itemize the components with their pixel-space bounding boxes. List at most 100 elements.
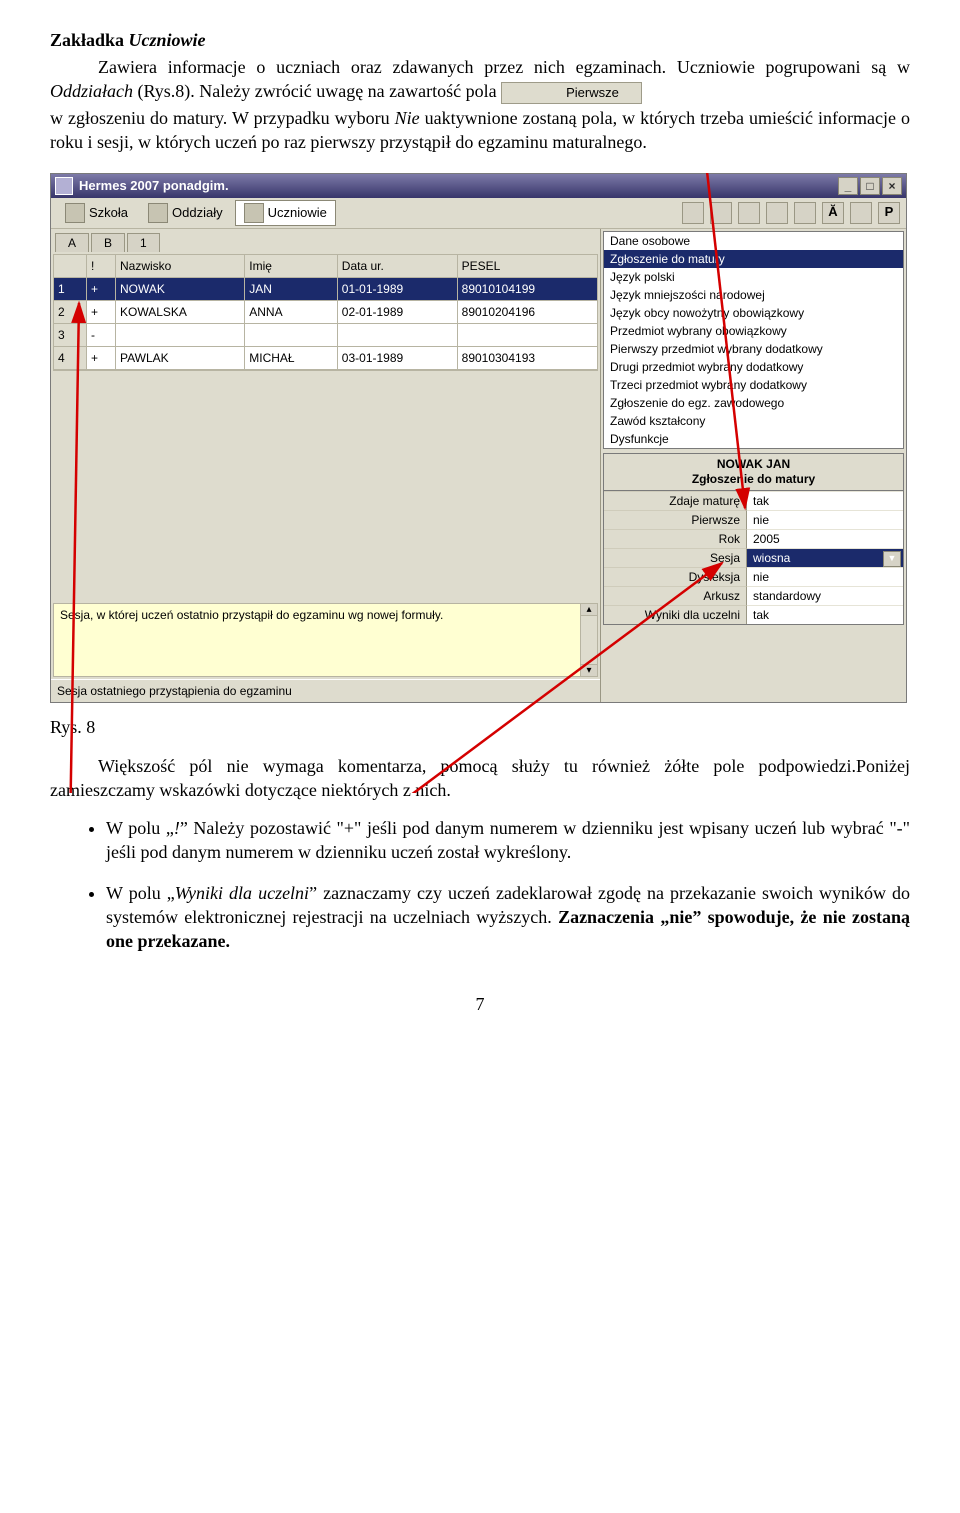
menu-uczniowie[interactable]: Uczniowie [235, 200, 336, 226]
row-mark: + [87, 346, 116, 369]
cell-nazwisko: PAWLAK [116, 346, 245, 369]
detail-label: Arkusz [604, 586, 747, 605]
detail-row: Zdaje maturętak [604, 491, 903, 510]
detail-row: Rok2005 [604, 529, 903, 548]
titlebar-left: Hermes 2007 ponadgim. [55, 177, 229, 195]
cell-data [337, 323, 457, 346]
tool-btn-1[interactable] [682, 202, 704, 224]
tool-btn-a[interactable]: Ă [822, 202, 844, 224]
p1b: Oddziałach [50, 81, 133, 101]
category-item[interactable]: Zgłoszenie do egz. zawodowego [604, 394, 903, 412]
tool-btn-p[interactable]: P [878, 202, 900, 224]
window-buttons: _ □ × [838, 177, 902, 195]
main-split: A B 1 ! Nazwisko Imię Data ur. [51, 229, 906, 702]
table-row[interactable]: 2+KOWALSKAANNA02-01-198989010204196 [54, 300, 598, 323]
titlebar: Hermes 2007 ponadgim. _ □ × [51, 174, 906, 198]
tab-1[interactable]: 1 [127, 233, 160, 252]
tool-btn-4[interactable] [766, 202, 788, 224]
menu-oddzialy[interactable]: Oddziały [140, 201, 231, 225]
p1c: (Rys.8). Należy zwrócić uwagę na zawarto… [133, 81, 501, 101]
row-mark: + [87, 277, 116, 300]
category-item[interactable]: Drugi przedmiot wybrany dodatkowy [604, 358, 903, 376]
class-tabs: A B 1 [51, 229, 600, 252]
bullet-1: W polu „!” Należy pozostawić "+" jeśli p… [106, 816, 910, 865]
app-window: Hermes 2007 ponadgim. _ □ × Szkoła Oddzi… [50, 173, 907, 703]
detail-value[interactable]: standardowy [747, 586, 903, 605]
category-item[interactable]: Trzeci przedmiot wybrany dodatkowy [604, 376, 903, 394]
tab-a[interactable]: A [55, 233, 89, 252]
menu-uczniowie-label: Uczniowie [268, 205, 327, 220]
right-panel: Dane osoboweZgłoszenie do maturyJęzyk po… [601, 229, 906, 702]
close-button[interactable]: × [882, 177, 902, 195]
category-list[interactable]: Dane osoboweZgłoszenie do maturyJęzyk po… [603, 231, 904, 449]
detail-value[interactable]: nie [747, 510, 903, 529]
cell-data: 01-01-1989 [337, 277, 457, 300]
detail-value[interactable]: tak [747, 605, 903, 624]
category-item[interactable]: Zawód kształcony [604, 412, 903, 430]
detail-value[interactable]: tak [747, 491, 903, 510]
minimize-button[interactable]: _ [838, 177, 858, 195]
heading-prefix: Zakładka [50, 30, 129, 50]
cell-imie: ANNA [245, 300, 338, 323]
category-item[interactable]: Dane osobowe [604, 232, 903, 250]
detail-value[interactable]: wiosna▼ [747, 548, 903, 567]
tool-btn-3[interactable] [738, 202, 760, 224]
cell-nazwisko: NOWAK [116, 277, 245, 300]
category-item[interactable]: Przedmiot wybrany obowiązkowy [604, 322, 903, 340]
menu-oddzialy-label: Oddziały [172, 205, 223, 220]
bullet-list: W polu „!” Należy pozostawić "+" jeśli p… [50, 816, 910, 953]
status-bar: Sesja ostatniego przystąpienia do egzami… [51, 679, 600, 702]
col-data: Data ur. [337, 254, 457, 277]
hint-scrollbar[interactable] [580, 604, 597, 676]
students-grid-wrap: ! Nazwisko Imię Data ur. PESEL 1+NOWAKJA… [51, 252, 600, 601]
cell-imie: JAN [245, 277, 338, 300]
row-number: 3 [54, 323, 87, 346]
row-mark: - [87, 323, 116, 346]
table-row[interactable]: 4+PAWLAKMICHAŁ03-01-198989010304193 [54, 346, 598, 369]
p2b: Nie [395, 108, 420, 128]
cell-pesel: 89010204196 [457, 300, 597, 323]
detail-title-name: NOWAK JAN [604, 457, 903, 472]
detail-value[interactable]: nie [747, 567, 903, 586]
tool-btn-2[interactable] [710, 202, 732, 224]
detail-value[interactable]: 2005 [747, 529, 903, 548]
col-pesel: PESEL [457, 254, 597, 277]
category-item[interactable]: Dysfunkcje [604, 430, 903, 448]
section-heading: Zakładka Uczniowie [50, 30, 910, 51]
detail-row: Dysleksjanie [604, 567, 903, 586]
col-num [54, 254, 87, 277]
left-panel: A B 1 ! Nazwisko Imię Data ur. [51, 229, 601, 702]
detail-row: Arkuszstandardowy [604, 586, 903, 605]
tool-btn-5[interactable] [794, 202, 816, 224]
detail-row: Wyniki dla uczelnitak [604, 605, 903, 624]
menubar: Szkoła Oddziały Uczniowie Ă P [51, 198, 906, 229]
students-grid[interactable]: ! Nazwisko Imię Data ur. PESEL 1+NOWAKJA… [53, 254, 598, 370]
hint-box: Sesja, w której uczeń ostatnio przystąpi… [53, 603, 598, 677]
col-nazwisko: Nazwisko [116, 254, 245, 277]
figure-caption: Rys. 8 [50, 717, 910, 738]
cell-pesel: 89010104199 [457, 277, 597, 300]
table-row[interactable]: 3- [54, 323, 598, 346]
maximize-button[interactable]: □ [860, 177, 880, 195]
tool-btn-6[interactable] [850, 202, 872, 224]
category-item[interactable]: Pierwszy przedmiot wybrany dodatkowy [604, 340, 903, 358]
category-item[interactable]: Język polski [604, 268, 903, 286]
category-item[interactable]: Zgłoszenie do matury [604, 250, 903, 268]
tab-b[interactable]: B [91, 233, 125, 252]
p1a: Zawiera informacje o uczniach oraz zdawa… [98, 57, 910, 77]
group-icon [148, 203, 168, 223]
menu-szkola[interactable]: Szkoła [57, 201, 136, 225]
dropdown-icon[interactable]: ▼ [883, 551, 901, 567]
intro-paragraph: Zawiera informacje o uczniach oraz zdawa… [50, 55, 910, 104]
screenshot-container: Hermes 2007 ponadgim. _ □ × Szkoła Oddzi… [50, 173, 905, 703]
category-item[interactable]: Język obcy nowożytny obowiązkowy [604, 304, 903, 322]
category-item[interactable]: Język mniejszości narodowej [604, 286, 903, 304]
col-mark: ! [87, 254, 116, 277]
detail-label: Dysleksja [604, 567, 747, 586]
heading-emphasis: Uczniowie [129, 30, 206, 50]
cell-imie: MICHAŁ [245, 346, 338, 369]
table-row[interactable]: 1+NOWAKJAN01-01-198989010104199 [54, 277, 598, 300]
b2b: Wyniki dla uczelni [175, 883, 309, 903]
hint-text: Sesja, w której uczeń ostatnio przystąpi… [60, 608, 443, 622]
detail-row: Sesjawiosna▼ [604, 548, 903, 567]
